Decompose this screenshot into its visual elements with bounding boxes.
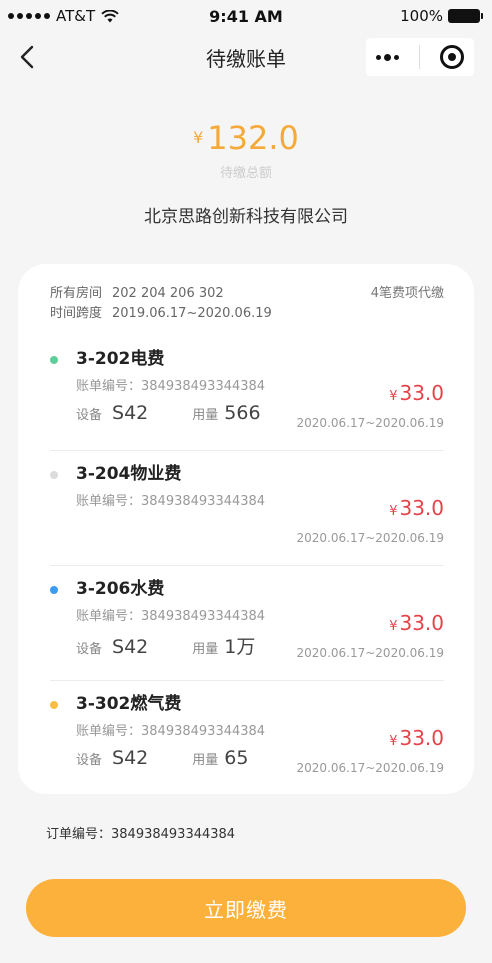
- nav-bar: 待缴账单: [0, 32, 492, 82]
- device-value: S42: [112, 402, 149, 424]
- bill-title: 3-202电费: [76, 349, 165, 369]
- usage-label: 用量: [192, 753, 219, 768]
- device-label: 设备: [76, 642, 103, 657]
- rooms-label: 所有房间: [50, 286, 103, 301]
- bill-period: 2020.06.17~2020.06.19: [296, 531, 444, 545]
- bill-item[interactable]: 3-302燃气费 账单编号：384938493344384 设备 S42 用量 65…: [18, 681, 474, 796]
- pay-now-button[interactable]: 立即缴费: [26, 879, 466, 937]
- usage-label: 用量: [192, 408, 219, 423]
- usage-value: 1万: [224, 636, 256, 658]
- carrier-label: AT&T: [56, 7, 96, 25]
- usage-value: 65: [224, 747, 249, 769]
- bill-amount: ¥33.0: [389, 381, 444, 405]
- total-amount: ¥132.0: [0, 118, 492, 158]
- bill-status-dot: [50, 356, 58, 364]
- close-target-icon[interactable]: [440, 45, 464, 69]
- signal-icon: [8, 13, 50, 19]
- bill-number: 账单编号：384938493344384: [76, 494, 266, 509]
- usage-value: 566: [224, 402, 261, 424]
- card-header: 所有房间 202 204 206 302 时间跨度 2019.06.17~2020.…: [50, 284, 444, 324]
- total-currency: ¥: [193, 128, 204, 147]
- bill-number: 账单编号：384938493344384: [76, 724, 266, 739]
- order-label: 订单编号：: [46, 827, 112, 842]
- bill-status-dot: [50, 701, 58, 709]
- bill-item[interactable]: 3-204物业费 账单编号：384938493344384 ¥33.0 2020…: [18, 451, 474, 566]
- period-label: 时间跨度: [50, 306, 103, 321]
- bill-item[interactable]: 3-206水费 账单编号：384938493344384 设备 S42 用量 1万 …: [18, 566, 474, 681]
- bill-device-usage: 设备 S42 用量 65: [76, 747, 248, 769]
- order-value: 384938493344384: [111, 827, 236, 842]
- device-label: 设备: [76, 408, 103, 423]
- bill-title: 3-302燃气费: [76, 694, 182, 714]
- bill-amount: ¥33.0: [389, 496, 444, 520]
- bill-period: 2020.06.17~2020.06.19: [296, 761, 444, 775]
- bill-status-dot: [50, 471, 58, 479]
- battery-group: 100%: [400, 7, 483, 25]
- agent-note: 4笔费项代缴: [370, 286, 444, 301]
- bill-title: 3-204物业费: [76, 464, 182, 484]
- company-name: 北京思路创新科技有限公司: [144, 207, 348, 227]
- bill-device-usage: 设备 S42 用量 1万: [76, 632, 255, 659]
- battery-icon: [448, 9, 483, 23]
- carrier-group: AT&T: [8, 7, 119, 25]
- device-label: 设备: [76, 753, 103, 768]
- device-value: S42: [112, 636, 149, 658]
- bill-amount: ¥33.0: [389, 726, 444, 750]
- bill-period: 2020.06.17~2020.06.19: [296, 416, 444, 430]
- rooms-value: 202 204 206 302: [112, 286, 224, 301]
- status-bar: AT&T 9:41 AM 100%: [0, 0, 492, 32]
- bill-device-usage: 设备 S42 用量 566: [76, 402, 261, 424]
- wifi-icon: [101, 9, 119, 22]
- total-label: 待缴总额: [219, 166, 272, 181]
- mini-program-capsule: [366, 38, 474, 76]
- total-value: 132.0: [207, 119, 299, 157]
- bill-number: 账单编号：384938493344384: [76, 379, 266, 394]
- bill-status-dot: [50, 586, 58, 594]
- bill-title: 3-206水费: [76, 579, 165, 599]
- chevron-left-icon: [20, 45, 34, 69]
- usage-label: 用量: [192, 642, 219, 657]
- bill-amount: ¥33.0: [389, 611, 444, 635]
- battery-percent: 100%: [400, 7, 443, 25]
- total-summary: ¥132.0 待缴总额: [0, 118, 492, 181]
- order-number: 订单编号：384938493344384: [46, 823, 235, 842]
- bill-period: 2020.06.17~2020.06.19: [296, 646, 444, 660]
- bill-number: 账单编号：384938493344384: [76, 609, 266, 624]
- device-value: S42: [112, 747, 149, 769]
- more-icon[interactable]: [376, 53, 399, 61]
- bill-card: 所有房间 202 204 206 302 时间跨度 2019.06.17~2020.…: [18, 264, 474, 794]
- bill-item[interactable]: 3-202电费 账单编号：384938493344384 设备 S42 用量 566…: [18, 336, 474, 451]
- period-value: 2019.06.17~2020.06.19: [112, 306, 272, 321]
- back-button[interactable]: [14, 42, 40, 72]
- page-title: 待缴账单: [206, 46, 286, 71]
- capsule-divider: [419, 45, 420, 69]
